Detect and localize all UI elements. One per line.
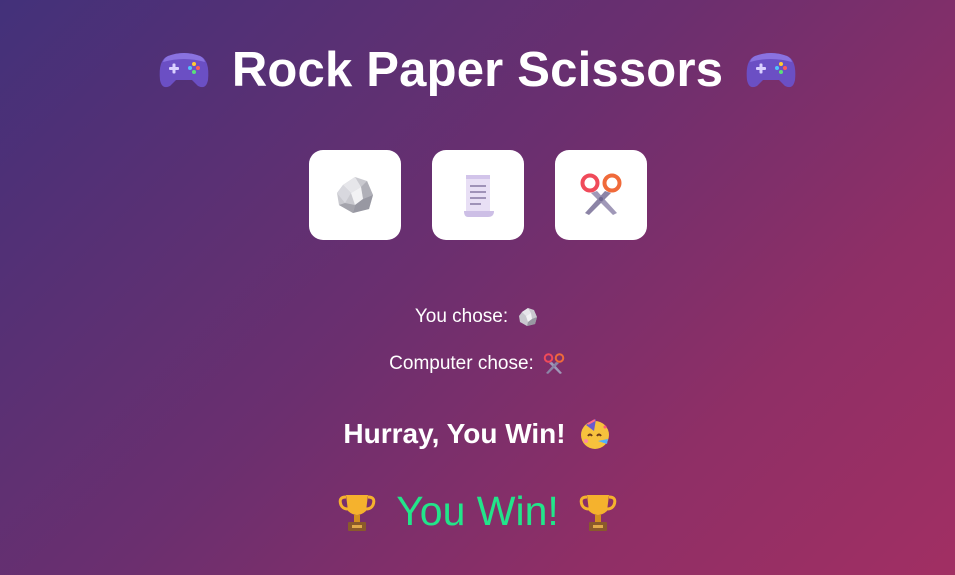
paper-button[interactable] bbox=[431, 150, 524, 240]
trophy-icon bbox=[579, 494, 617, 531]
final-result-text: You Win! bbox=[396, 488, 559, 534]
computer-chose-row: Computer chose: bbox=[0, 352, 955, 376]
rock-icon bbox=[519, 308, 538, 326]
page-title: Rock Paper Scissors bbox=[231, 43, 724, 97]
result-message-row: Hurray, You Win! bbox=[0, 417, 955, 451]
partying-face-icon bbox=[580, 419, 609, 449]
you-chose-row: You chose: bbox=[0, 305, 955, 329]
game-controller-icon bbox=[746, 53, 796, 88]
paper-icon bbox=[463, 175, 494, 217]
game-controller-icon bbox=[159, 53, 209, 88]
rock-icon bbox=[336, 177, 373, 213]
result-message: Hurray, You Win! bbox=[343, 418, 566, 449]
scissors-icon bbox=[580, 173, 621, 215]
you-chose-label: You chose: bbox=[414, 306, 509, 327]
scissors-button[interactable] bbox=[554, 150, 647, 240]
trophy-icon bbox=[338, 494, 376, 531]
final-result-row: You Win! bbox=[0, 488, 955, 535]
title-row: Rock Paper Scissors bbox=[0, 42, 955, 98]
rock-button[interactable] bbox=[308, 150, 401, 240]
choice-buttons bbox=[0, 150, 955, 240]
scissors-icon bbox=[543, 353, 565, 374]
computer-chose-label: Computer chose: bbox=[389, 353, 534, 374]
